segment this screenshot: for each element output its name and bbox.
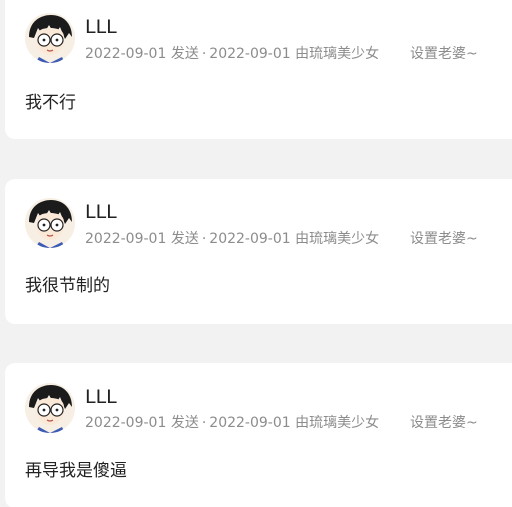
post-content: 再导我是傻逼 bbox=[25, 461, 127, 481]
username[interactable]: LLL bbox=[85, 386, 117, 408]
updated-date: 2022-09-01 bbox=[209, 415, 291, 431]
by-label: 由琉璃美少女 bbox=[295, 46, 380, 62]
meta-separator: · bbox=[201, 46, 207, 62]
sent-date: 2022-09-01 bbox=[85, 46, 167, 62]
sent-label: 发送 bbox=[170, 46, 199, 62]
set-wife-button[interactable]: 设置老婆~ bbox=[410, 412, 478, 432]
username[interactable]: LLL bbox=[85, 201, 117, 223]
set-wife-button[interactable]: 设置老婆~ bbox=[410, 43, 478, 63]
post-card: LLL 2022-09-01 发送 · 2022-09-01 由琉璃美少女 设置老婆… bbox=[5, 179, 512, 324]
anime-avatar-icon[interactable] bbox=[25, 13, 75, 63]
sent-label: 发送 bbox=[170, 231, 199, 247]
updated-date: 2022-09-01 bbox=[209, 46, 291, 62]
username[interactable]: LLL bbox=[85, 16, 117, 38]
sent-date: 2022-09-01 bbox=[85, 231, 167, 247]
sent-date: 2022-09-01 bbox=[85, 415, 167, 431]
meta-separator: · bbox=[201, 231, 207, 247]
updated-date: 2022-09-01 bbox=[209, 231, 291, 247]
set-wife-button[interactable]: 设置老婆~ bbox=[410, 228, 478, 248]
by-label: 由琉璃美少女 bbox=[295, 231, 380, 247]
post-card: LLL 2022-09-01 发送 · 2022-09-01 由琉璃美少女 设置老婆… bbox=[5, 0, 512, 139]
meta-separator: · bbox=[201, 415, 207, 431]
post-meta: 2022-09-01 发送 · 2022-09-01 由琉璃美少女 bbox=[85, 412, 379, 432]
by-label: 由琉璃美少女 bbox=[295, 415, 380, 431]
anime-avatar-icon[interactable] bbox=[25, 198, 75, 248]
post-content: 我不行 bbox=[25, 93, 76, 113]
sent-label: 发送 bbox=[170, 415, 199, 431]
post-meta: 2022-09-01 发送 · 2022-09-01 由琉璃美少女 bbox=[85, 43, 379, 63]
anime-avatar-icon[interactable] bbox=[25, 383, 75, 433]
post-card: LLL 2022-09-01 发送 · 2022-09-01 由琉璃美少女 设置老婆… bbox=[5, 363, 512, 507]
post-meta: 2022-09-01 发送 · 2022-09-01 由琉璃美少女 bbox=[85, 228, 379, 248]
post-content: 我很节制的 bbox=[25, 276, 110, 296]
